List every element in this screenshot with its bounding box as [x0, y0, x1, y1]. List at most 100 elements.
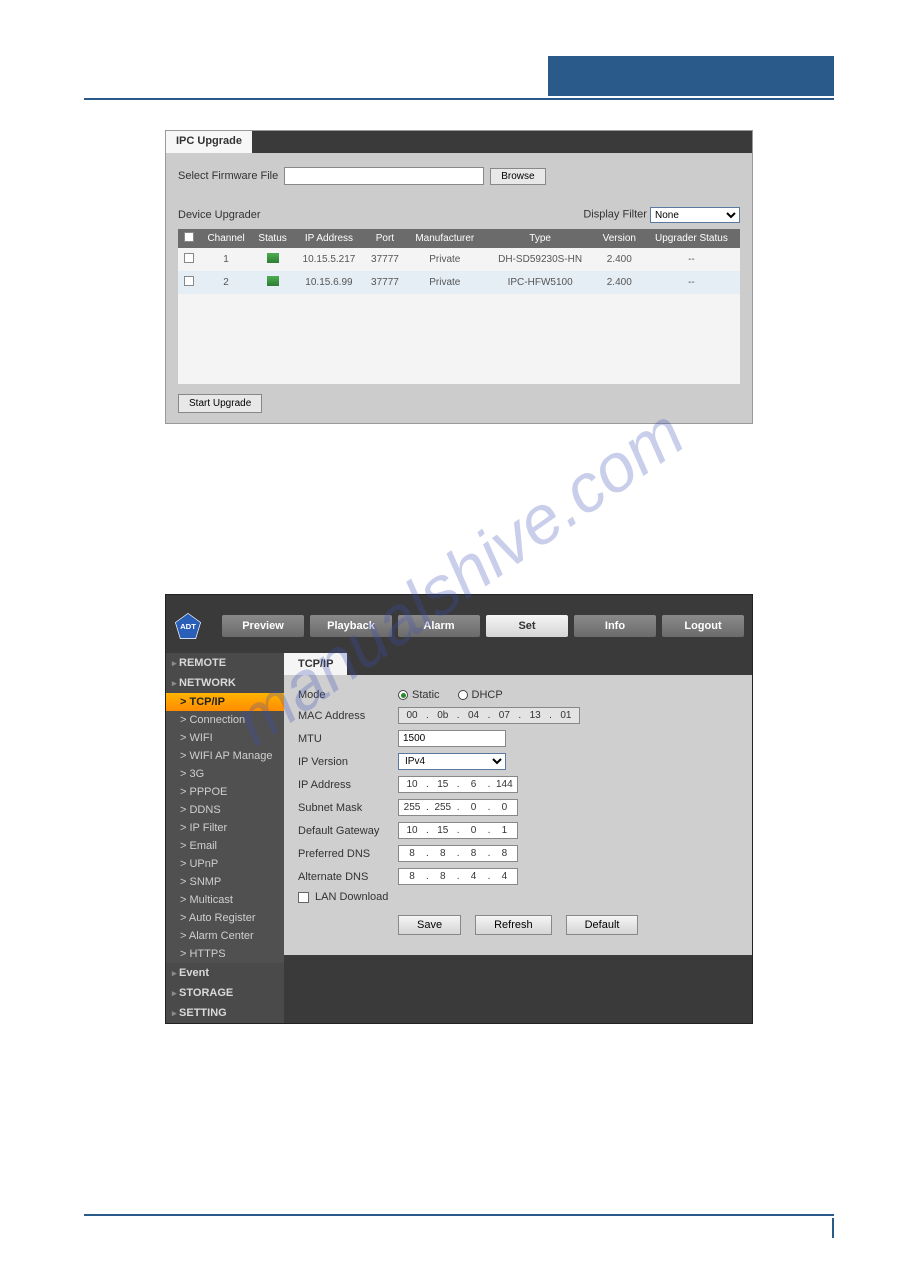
cell-mfg: Private: [405, 248, 485, 271]
device-upgrader-label: Device Upgrader: [178, 209, 261, 221]
row-checkbox[interactable]: [184, 253, 194, 263]
sidebar-item-snmp[interactable]: > SNMP: [166, 873, 284, 891]
lan-download-checkbox[interactable]: [298, 892, 309, 903]
sidebar-cat-storage[interactable]: STORAGE: [166, 983, 284, 1003]
mode-label: Mode: [298, 689, 398, 701]
sidebar-cat-setting[interactable]: SETTING: [166, 1003, 284, 1023]
display-filter-label: Display Filter: [583, 209, 647, 221]
sidebar-cat-network[interactable]: NETWORK: [166, 673, 284, 693]
status-icon: [267, 276, 279, 286]
adns-field[interactable]: 8. 8. 4. 4: [398, 868, 518, 885]
sidebar-item-connection[interactable]: > Connection: [166, 711, 284, 729]
cell-port: 37777: [365, 271, 405, 294]
sidebar: REMOTE NETWORK > TCP/IP > Connection > W…: [166, 653, 284, 1023]
nav-playback[interactable]: Playback: [310, 615, 392, 637]
adns-label: Alternate DNS: [298, 871, 398, 883]
sidebar-cat-event[interactable]: Event: [166, 963, 284, 983]
sidebar-item-tcpip[interactable]: > TCP/IP: [166, 693, 284, 711]
cell-version: 2.400: [596, 271, 643, 294]
nav-logout[interactable]: Logout: [662, 615, 744, 637]
subnet-field[interactable]: 255. 255. 0. 0: [398, 799, 518, 816]
ipversion-label: IP Version: [298, 756, 398, 768]
col-mfg: Manufacturer: [405, 229, 485, 248]
col-ip: IP Address: [293, 229, 365, 248]
table-spacer: [178, 294, 740, 384]
tcpip-form: Mode Static DHCP MAC Address 00. 0b. 04.: [284, 675, 752, 955]
device-table: Channel Status IP Address Port Manufactu…: [178, 229, 740, 384]
cell-mfg: Private: [405, 271, 485, 294]
tcpip-panel: ADT Preview Playback Alarm Set Info Logo…: [165, 594, 753, 1024]
refresh-button[interactable]: Refresh: [475, 915, 552, 935]
footer-divider: [84, 1214, 834, 1216]
sidebar-item-autoregister[interactable]: > Auto Register: [166, 909, 284, 927]
sidebar-item-pppoe[interactable]: > PPPOE: [166, 783, 284, 801]
nav-set[interactable]: Set: [486, 615, 568, 637]
subnet-label: Subnet Mask: [298, 802, 398, 814]
cell-type: DH-SD59230S-HN: [485, 248, 596, 271]
cell-ustatus: --: [643, 248, 740, 271]
ipc-upgrade-panel: IPC Upgrade Select Firmware File Browse …: [165, 130, 753, 424]
cell-ip: 10.15.6.99: [293, 271, 365, 294]
col-upgrader-status: Upgrader Status: [643, 229, 740, 248]
sidebar-item-https[interactable]: > HTTPS: [166, 945, 284, 963]
browse-button[interactable]: Browse: [490, 168, 545, 185]
sidebar-item-email[interactable]: > Email: [166, 837, 284, 855]
header-divider: [84, 98, 834, 100]
sidebar-item-ipfilter[interactable]: > IP Filter: [166, 819, 284, 837]
adt-logo: ADT: [174, 605, 202, 647]
default-button[interactable]: Default: [566, 915, 639, 935]
cell-port: 37777: [365, 248, 405, 271]
content-tab-tcpip[interactable]: TCP/IP: [284, 653, 347, 675]
static-label: Static: [412, 689, 440, 701]
row-checkbox[interactable]: [184, 276, 194, 286]
radio-static[interactable]: [398, 690, 408, 700]
mac-field: 00. 0b. 04. 07. 13. 01: [398, 707, 580, 724]
radio-dhcp[interactable]: [458, 690, 468, 700]
sidebar-item-wifi[interactable]: > WIFI: [166, 729, 284, 747]
cell-type: IPC-HFW5100: [485, 271, 596, 294]
col-port: Port: [365, 229, 405, 248]
lan-download-label: LAN Download: [315, 891, 388, 903]
cell-version: 2.400: [596, 248, 643, 271]
col-channel: Channel: [200, 229, 252, 248]
cell-ustatus: --: [643, 271, 740, 294]
select-firmware-label: Select Firmware File: [178, 170, 278, 182]
select-all-checkbox[interactable]: [184, 232, 194, 242]
status-icon: [267, 253, 279, 263]
sidebar-item-alarmcenter[interactable]: > Alarm Center: [166, 927, 284, 945]
sidebar-item-ddns[interactable]: > DDNS: [166, 801, 284, 819]
tab-ipc-upgrade[interactable]: IPC Upgrade: [166, 131, 252, 153]
ip-field[interactable]: 10. 15. 6. 144: [398, 776, 518, 793]
sidebar-item-wifiap[interactable]: > WIFI AP Manage: [166, 747, 284, 765]
mtu-label: MTU: [298, 733, 398, 745]
gateway-label: Default Gateway: [298, 825, 398, 837]
col-status: Status: [252, 229, 293, 248]
sidebar-cat-remote[interactable]: REMOTE: [166, 653, 284, 673]
sidebar-item-3g[interactable]: > 3G: [166, 765, 284, 783]
ip-label: IP Address: [298, 779, 398, 791]
pdns-label: Preferred DNS: [298, 848, 398, 860]
cell-channel: 2: [200, 271, 252, 294]
sidebar-item-upnp[interactable]: > UPnP: [166, 855, 284, 873]
footer-separator: [832, 1218, 834, 1238]
nav-info[interactable]: Info: [574, 615, 656, 637]
cell-channel: 1: [200, 248, 252, 271]
ipversion-select[interactable]: IPv4: [398, 753, 506, 770]
table-row[interactable]: 1 10.15.5.217 37777 Private DH-SD59230S-…: [178, 248, 740, 271]
gateway-field[interactable]: 10. 15. 0. 1: [398, 822, 518, 839]
mac-label: MAC Address: [298, 710, 398, 722]
mtu-input[interactable]: [398, 730, 506, 747]
sidebar-item-multicast[interactable]: > Multicast: [166, 891, 284, 909]
save-button[interactable]: Save: [398, 915, 461, 935]
header-blue-box: [548, 56, 834, 96]
cell-ip: 10.15.5.217: [293, 248, 365, 271]
svg-text:ADT: ADT: [180, 622, 196, 631]
pdns-field[interactable]: 8. 8. 8. 8: [398, 845, 518, 862]
display-filter-select[interactable]: None: [650, 207, 740, 223]
dhcp-label: DHCP: [472, 689, 503, 701]
nav-alarm[interactable]: Alarm: [398, 615, 480, 637]
nav-preview[interactable]: Preview: [222, 615, 304, 637]
table-row[interactable]: 2 10.15.6.99 37777 Private IPC-HFW5100 2…: [178, 271, 740, 294]
start-upgrade-button[interactable]: Start Upgrade: [178, 394, 262, 413]
firmware-file-input[interactable]: [284, 167, 484, 185]
